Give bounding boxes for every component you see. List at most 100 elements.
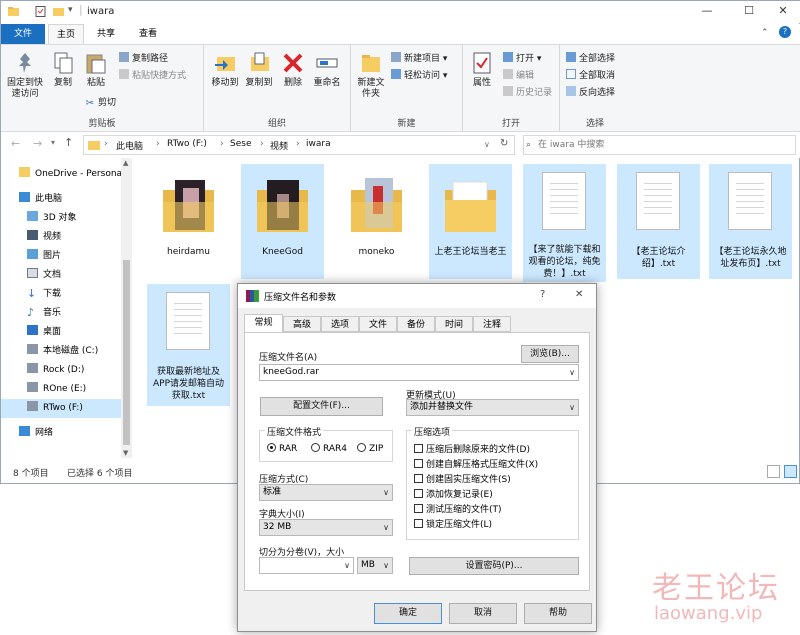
address-box[interactable]: › 此电脑 › RTwo (F:) › Sese › 视频 › iwara ∨ … <box>83 135 515 155</box>
scrollbar-thumb[interactable] <box>123 260 130 445</box>
tab-files[interactable]: 文件 <box>359 316 397 332</box>
test-files-checkbox[interactable]: 测试压缩的文件(T) <box>414 503 502 517</box>
close-button[interactable]: ✕ <box>773 4 793 17</box>
nav-scrollbar[interactable]: ▲ ▼ <box>121 158 132 458</box>
new-folder-quick-icon[interactable] <box>53 6 64 17</box>
properties-quick-icon[interactable] <box>35 6 46 17</box>
cancel-button[interactable]: 取消 <box>449 603 517 624</box>
browse-button[interactable]: 浏览(B)... <box>521 345 579 363</box>
archive-name-input[interactable]: kneeGod.rar ∨ <box>259 364 579 381</box>
paste-shortcut-button[interactable]: 粘贴快捷方式 <box>119 69 186 83</box>
paste-button[interactable]: 粘贴 <box>81 51 111 89</box>
help-button[interactable]: 帮助 <box>524 603 592 624</box>
rename-button[interactable]: 重命名 <box>310 51 344 89</box>
format-rar4-radio[interactable]: RAR4 <box>311 443 347 454</box>
file-item-kneegod[interactable]: KneeGod <box>241 164 324 279</box>
address-dropdown-icon[interactable]: ∨ <box>484 140 490 149</box>
minimize-button[interactable]: — <box>697 4 717 17</box>
sfx-checkbox[interactable]: 创建自解压格式压缩文件(X) <box>414 458 538 472</box>
help-icon[interactable]: ? <box>779 26 791 38</box>
copy-to-button[interactable]: 复制到 <box>242 51 276 89</box>
tab-backup[interactable]: 备份 <box>397 316 435 332</box>
details-view-icon[interactable] <box>767 465 780 478</box>
scroll-down-icon[interactable]: ▼ <box>123 449 128 457</box>
tab-time[interactable]: 时间 <box>435 316 473 332</box>
solid-checkbox[interactable]: 创建固实压缩文件(S) <box>414 473 511 487</box>
copy-path-button[interactable]: 复制路径 <box>119 52 168 66</box>
select-group-label: 选择 <box>585 119 604 129</box>
breadcrumb-this-pc[interactable]: 此电脑 <box>116 139 143 152</box>
nav-drive-f[interactable]: RTwo (F:) <box>1 399 121 418</box>
file-item-moneko[interactable]: moneko <box>335 164 418 279</box>
archive-format-group: 压缩文件格式 RAR RAR4 ZIP <box>259 425 393 462</box>
cut-button[interactable]: ✂ 剪切 <box>85 96 116 110</box>
compression-method-select[interactable]: 标准 ∨ <box>259 484 393 501</box>
tab-comment[interactable]: 注释 <box>473 316 511 332</box>
breadcrumb-sese[interactable]: Sese <box>230 139 251 149</box>
open-button[interactable]: 打开 ▾ <box>503 52 541 66</box>
up-icon[interactable]: ↑ <box>64 136 73 149</box>
refresh-icon[interactable]: ↻ <box>500 138 508 149</box>
file-item-txt-free-forum[interactable]: 【来了就能下载和观看的论坛，纯免费！】.txt <box>523 164 606 282</box>
format-zip-radio[interactable]: ZIP <box>357 443 383 454</box>
edit-button[interactable]: 编辑 <box>503 69 534 83</box>
update-mode-select[interactable]: 添加并替换文件 ∨ <box>406 399 579 416</box>
lock-archive-checkbox[interactable]: 锁定压缩文件(L) <box>414 518 492 532</box>
tab-home[interactable]: 主页 <box>48 24 85 44</box>
move-to-button[interactable]: 移动到 <box>208 51 242 89</box>
file-item-laowang-folder[interactable]: 上老王论坛当老王 <box>429 164 512 279</box>
new-item-label: 新建项目 <box>404 54 441 64</box>
dictionary-size-select[interactable]: 32 MB ∨ <box>259 519 393 536</box>
easy-access-button[interactable]: 轻松访问 ▾ <box>391 69 447 83</box>
properties-button[interactable]: 属性 <box>467 51 497 89</box>
set-password-button[interactable]: 设置密码(P)... <box>409 557 579 575</box>
scroll-up-icon[interactable]: ▲ <box>123 159 128 167</box>
tab-general[interactable]: 常规 <box>244 314 283 333</box>
invert-selection-button[interactable]: 反向选择 <box>566 86 615 100</box>
recent-locations-icon[interactable]: ▾ <box>51 138 55 147</box>
file-item-txt-intro[interactable]: 【老王论坛介绍】.txt <box>617 164 700 279</box>
collapse-ribbon-icon[interactable]: ⌃ <box>761 28 769 38</box>
tab-advanced[interactable]: 高级 <box>283 316 321 332</box>
history-icon <box>503 86 513 96</box>
dialog-help-button[interactable]: ? <box>540 289 545 300</box>
delete-after-checkbox[interactable]: 压缩后删除原来的文件(D) <box>414 443 530 457</box>
drive-icon <box>27 363 38 373</box>
file-item-heirdamu[interactable]: heirdamu <box>147 164 230 279</box>
profiles-button[interactable]: 配置文件(F)... <box>260 397 383 416</box>
tab-options[interactable]: 选项 <box>321 316 359 332</box>
large-icons-view-icon[interactable] <box>784 465 797 478</box>
maximize-button[interactable]: ☐ <box>739 4 759 17</box>
ok-button[interactable]: 确定 <box>374 603 442 624</box>
tab-view[interactable]: 查看 <box>131 24 165 44</box>
back-icon[interactable]: ← <box>11 137 20 150</box>
file-item-txt-address[interactable]: 【老王论坛永久地址发布页】.txt <box>709 164 792 279</box>
history-button[interactable]: 历史记录 <box>503 86 552 100</box>
forward-icon[interactable]: → <box>33 137 42 150</box>
pin-quick-access-button[interactable]: 固定到快速访问 <box>5 51 45 100</box>
select-all-button[interactable]: 全部选择 <box>566 52 615 66</box>
format-rar-radio[interactable]: RAR <box>267 443 297 454</box>
copy-button[interactable]: 复制 <box>49 51 77 89</box>
nav-onedrive[interactable]: OneDrive - Personal <box>19 165 137 184</box>
tab-file[interactable]: 文件 <box>1 24 45 44</box>
nav-network[interactable]: 网络 <box>19 424 137 443</box>
radio-checked-icon <box>267 443 276 452</box>
new-folder-button[interactable]: 新建文件夹 <box>355 51 387 100</box>
breadcrumb-rtwo[interactable]: RTwo (F:) <box>167 139 207 149</box>
split-size-input[interactable]: ∨ <box>259 557 354 574</box>
chevron-down-icon: ∨ <box>383 488 389 497</box>
search-input[interactable]: ⌕ 在 iwara 中搜索 <box>523 135 796 155</box>
recovery-record-checkbox[interactable]: 添加恢复记录(E) <box>414 488 493 502</box>
new-item-button[interactable]: 新建项目 ▾ <box>391 52 447 66</box>
split-unit-select[interactable]: MB ∨ <box>357 557 393 574</box>
select-none-button[interactable]: 全部取消 <box>566 69 615 83</box>
quick-access-dropdown-icon[interactable]: ▾ <box>68 5 73 15</box>
file-item-txt-app[interactable]: 获取最新地址及APP请发邮箱自动获取.txt <box>147 284 230 406</box>
breadcrumb-video[interactable]: 视频 <box>270 139 288 152</box>
breadcrumb-iwara[interactable]: iwara <box>306 139 331 149</box>
dialog-close-button[interactable]: ✕ <box>575 289 583 300</box>
nav-this-pc[interactable]: 此电脑 <box>19 190 137 209</box>
tab-share[interactable]: 共享 <box>89 24 123 44</box>
delete-button[interactable]: 删除 <box>280 51 306 89</box>
